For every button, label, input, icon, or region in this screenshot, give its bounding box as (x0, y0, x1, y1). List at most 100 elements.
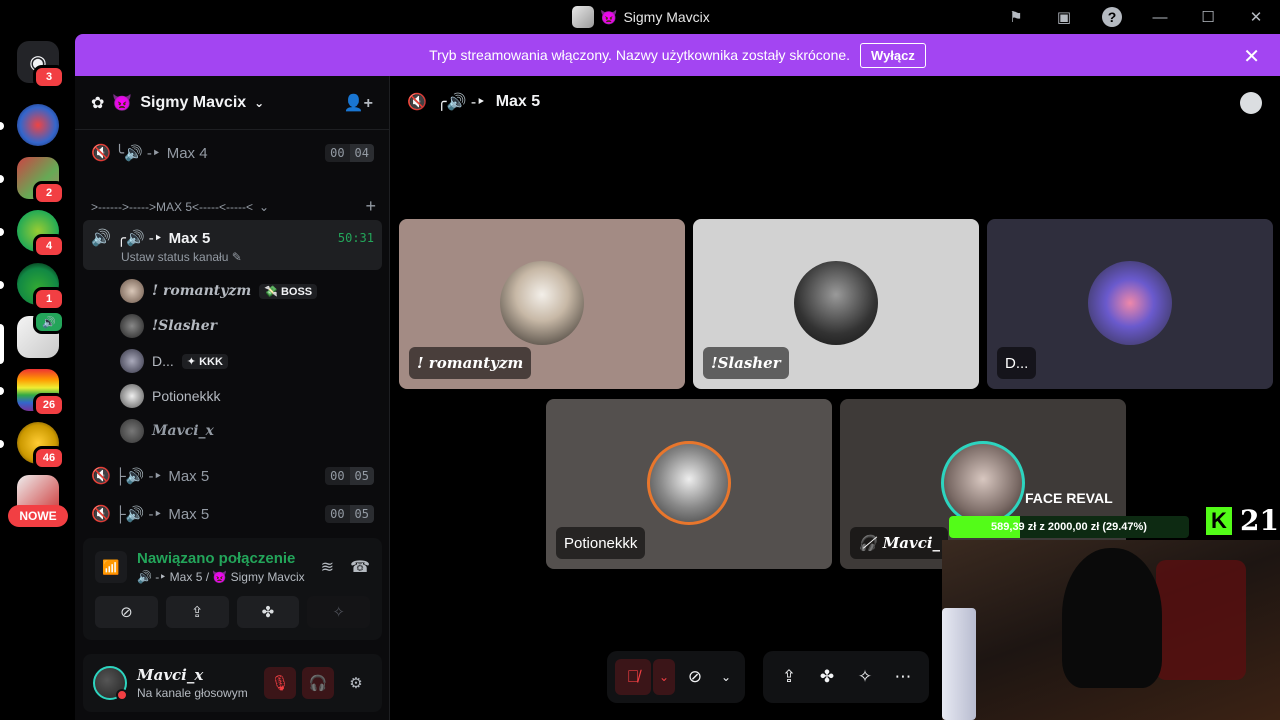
voice-channel-max5-b[interactable]: 🔇 ├🔊 -‣ Max 5 00 05 (83, 497, 382, 531)
soundboard-button[interactable]: ✧ (847, 659, 883, 695)
camera-off-button[interactable]: ⊘ (95, 596, 158, 628)
more-options-icon[interactable]: ⋯ (885, 659, 921, 695)
close-banner-icon[interactable]: ✕ (1243, 44, 1260, 69)
server-icon-2[interactable]: 2 (17, 157, 65, 205)
gaming-chair (1156, 560, 1246, 680)
unread-pill (0, 281, 4, 289)
soundboard-button[interactable]: ✧ (307, 596, 370, 628)
voice-member[interactable]: Mavci_x (120, 416, 214, 446)
kick-viewer-count: K 21 (1206, 504, 1279, 537)
activities-button[interactable]: ✤ (236, 596, 300, 628)
energy-drink-can (942, 608, 976, 720)
unmute-mic-button[interactable]: 🎙̸ (615, 659, 651, 695)
avatar (120, 314, 144, 338)
minimize-icon[interactable]: — (1136, 0, 1184, 34)
voice-member[interactable]: Potionekkk (120, 381, 220, 411)
channel-prefix: ├🔊 -‣ (115, 468, 163, 485)
server-badge: 4 (33, 234, 65, 258)
active-voice-channel[interactable]: 🔊 ╭🔊 -‣ Max 5 50:31 Ustaw status kanału … (83, 220, 382, 270)
channel-name: Max 4 (166, 144, 208, 162)
voice-channel-max5-a[interactable]: 🔇 ├🔊 -‣ Max 5 00 05 (83, 459, 382, 493)
mic-options-chevron-icon[interactable]: ⌄ (653, 659, 675, 695)
guild-emoji: 👿 (112, 94, 133, 112)
member-name: !Slasher (152, 318, 217, 334)
connection-channel[interactable]: 🔊 -‣ Max 5 / 👿 Sigmy Mavcix (137, 570, 305, 584)
title-emoji: 👿 (600, 8, 618, 25)
camera-off-button[interactable]: ⊘ (677, 659, 713, 695)
inbox-icon[interactable]: ▣ (1040, 0, 1088, 34)
add-channel-icon[interactable]: + (365, 196, 376, 217)
voice-connected-icon: 🔊 (91, 230, 111, 247)
screen-share-button[interactable]: ⇪ (771, 659, 807, 695)
set-channel-status[interactable]: Ustaw status kanału ✎ (83, 250, 382, 264)
participant-tile[interactable]: !Slasher (693, 219, 979, 389)
server-icon-7[interactable]: 46 (17, 422, 65, 470)
home-button[interactable]: ◉ 3 (17, 41, 65, 89)
server-icon-zakon[interactable] (17, 104, 59, 146)
participant-tile[interactable]: D... (987, 219, 1273, 389)
invite-icon[interactable]: 👤+ (344, 93, 373, 113)
pencil-icon: ✎ (231, 250, 242, 264)
unmute-mic-button[interactable]: 🎙 (264, 667, 296, 699)
title-text: Sigmy Mavcix (623, 9, 710, 25)
participant-name: 🎧̸ Mavci_ (850, 527, 949, 559)
undeafen-button[interactable]: 🎧 (302, 667, 334, 699)
close-window-icon[interactable]: ✕ (1232, 0, 1280, 34)
participant-tile[interactable]: Potionekkk (546, 399, 832, 569)
user-panel: Mavci_x Na kanale głosowym 🎙 🎧 ⚙ (83, 654, 382, 712)
viewer-count: 21 (1240, 504, 1279, 537)
server-avatar (572, 6, 594, 28)
server-icon-3[interactable]: 4 (17, 210, 65, 258)
participant-name: Potionekkk (556, 527, 646, 559)
user-avatar[interactable] (93, 666, 128, 701)
voice-member[interactable]: D... ✦ KKK (120, 346, 228, 376)
connection-status[interactable]: Nawiązano połączenie (137, 550, 305, 567)
username[interactable]: Mavci_x (137, 666, 248, 684)
screen-share-button[interactable]: ⇪ (165, 596, 229, 628)
participant-avatar (647, 441, 731, 525)
disconnect-icon[interactable]: ☎ (350, 557, 370, 577)
disable-streamer-mode-button[interactable]: Wyłącz (860, 42, 926, 68)
flag-icon[interactable]: ⚑ (992, 0, 1040, 34)
channel-name: Max 5 (168, 467, 210, 485)
server-icon-6[interactable]: 26 (17, 369, 65, 417)
activities-button[interactable]: ✤ (809, 659, 845, 695)
streamer-figure (1062, 548, 1162, 688)
signal-icon[interactable]: 📶 (95, 551, 127, 583)
category-name: >------>----->MAX 5<-----<-----< (91, 199, 253, 214)
home-badge: 3 (33, 65, 65, 89)
guild-header[interactable]: ✿ 👿 Sigmy Mavcix ⌄ 👤+ (75, 76, 389, 130)
window-title: 👿 Sigmy Mavcix (572, 6, 710, 28)
voice-locked-icon: 🔇 (91, 145, 111, 162)
unread-pill (0, 122, 4, 130)
category-header[interactable]: >------>----->MAX 5<-----<-----< ⌄ + (91, 196, 376, 217)
settings-gear-icon[interactable]: ⚙ (340, 667, 372, 699)
channel-name: Max 5 (168, 505, 210, 523)
new-pill[interactable]: NOWE (8, 505, 68, 527)
member-name: Potionekkk (152, 388, 221, 404)
server-badge: 2 (33, 181, 65, 205)
channel-sidebar: ✿ 👿 Sigmy Mavcix ⌄ 👤+ 🔇 ╰🔊 -‣ Max 4 00 04… (75, 76, 429, 720)
voice-member[interactable]: ! romantyzm 💸 BOSS (120, 276, 318, 306)
participant-tile[interactable]: ! romantyzm (399, 219, 685, 389)
help-icon[interactable]: ? (1088, 0, 1136, 34)
streamer-mode-banner: Tryb streamowania włączony. Nazwy użytko… (75, 34, 1280, 76)
user-status: Na kanale głosowym (137, 686, 248, 700)
mic-control-group: 🎙̸ ⌄ ⊘ ⌄ (607, 651, 745, 703)
dnd-status-dot (116, 689, 128, 701)
server-badge: 46 (33, 446, 65, 470)
stage-header: 🔇 ╭🔊 -‣ Max 5 (407, 92, 540, 112)
maximize-icon[interactable]: ☐ (1184, 0, 1232, 34)
chat-bubble-icon[interactable] (1240, 92, 1262, 114)
unread-pill (0, 440, 4, 448)
chevron-down-icon: ⌄ (254, 95, 265, 110)
camera-options-chevron-icon[interactable]: ⌄ (715, 659, 737, 695)
noise-suppression-icon[interactable]: ≋ (321, 557, 334, 577)
participant-avatar (1088, 261, 1172, 345)
server-icon-4[interactable]: 1 (17, 263, 65, 311)
voice-channel-max4[interactable]: 🔇 ╰🔊 -‣ Max 4 00 04 (83, 136, 382, 170)
guild-name: Sigmy Mavcix (140, 93, 247, 111)
server-icon-5[interactable]: 🔊 (17, 310, 65, 358)
boost-icon: ✿ (91, 94, 105, 112)
voice-member[interactable]: !Slasher (120, 311, 217, 341)
